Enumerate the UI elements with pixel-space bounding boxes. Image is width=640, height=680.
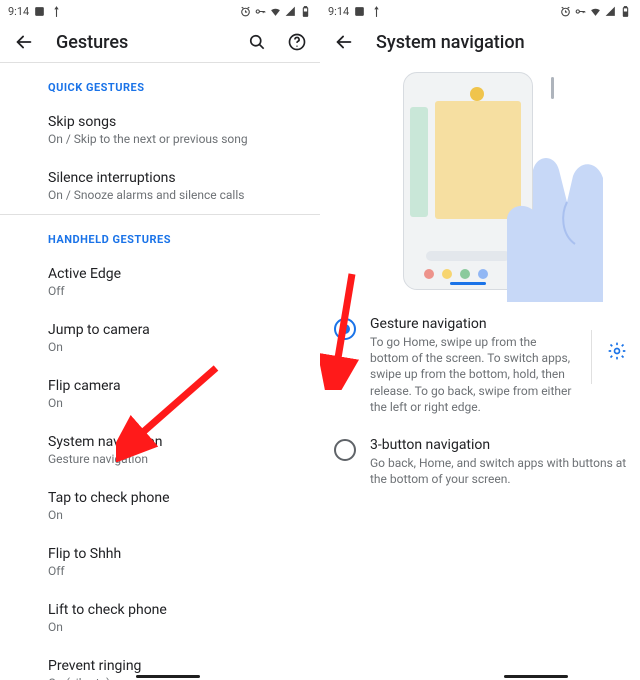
item-sub: On <box>48 340 272 354</box>
search-button[interactable] <box>246 31 268 53</box>
item-lift-to-check-phone[interactable]: Lift to check phone On <box>0 590 320 646</box>
item-title: Skip songs <box>48 114 272 130</box>
status-bar: 9:14 <box>0 0 320 22</box>
item-sub: Gesture navigation <box>48 452 272 466</box>
status-time: 9:14 <box>328 5 349 18</box>
signal-icon <box>604 5 617 18</box>
item-sub: On / Snooze alarms and silence calls <box>48 188 272 202</box>
hand-icon <box>463 132 603 302</box>
item-jump-to-camera[interactable]: Jump to camera On <box>0 310 320 366</box>
item-skip-songs[interactable]: Skip songs On / Skip to the next or prev… <box>0 102 320 158</box>
help-icon <box>287 32 307 52</box>
page-title: Gestures <box>56 32 226 53</box>
option-desc: Go back, Home, and switch apps with butt… <box>370 455 628 487</box>
option-title: Gesture navigation <box>370 316 577 332</box>
app-icon <box>50 5 63 18</box>
item-title: Tap to check phone <box>48 490 272 506</box>
section-header: QUICK GESTURES <box>0 63 320 102</box>
option-gesture-navigation[interactable]: Gesture navigation To go Home, swipe up … <box>320 306 640 427</box>
option-desc: To go Home, swipe up from the bottom of … <box>370 334 577 415</box>
wifi-icon <box>589 5 602 18</box>
option-3-button-navigation[interactable]: 3-button navigation Go back, Home, and s… <box>320 427 640 499</box>
screen-gestures: 9:14 Gestures <box>0 0 320 680</box>
item-sub: On / Skip to the next or previous song <box>48 132 272 146</box>
app-icon <box>370 5 383 18</box>
option-title: 3-button navigation <box>370 437 628 453</box>
key-icon <box>254 5 267 18</box>
status-bar: 9:14 <box>320 0 640 22</box>
item-sub: On <box>48 396 272 410</box>
gear-icon <box>607 341 627 361</box>
help-button[interactable] <box>286 31 308 53</box>
item-sub: Off <box>48 284 272 298</box>
section-handheld-gestures: HANDHELD GESTURES Active Edge Off Jump t… <box>0 215 320 680</box>
item-title: Lift to check phone <box>48 602 272 618</box>
radio-unselected[interactable] <box>334 439 356 461</box>
item-title: Silence interruptions <box>48 170 272 186</box>
signal-icon <box>284 5 297 18</box>
search-icon <box>247 32 267 52</box>
wifi-icon <box>269 5 282 18</box>
item-title: Flip to Shhh <box>48 546 272 562</box>
item-flip-to-shhh[interactable]: Flip to Shhh Off <box>0 534 320 590</box>
section-header: HANDHELD GESTURES <box>0 215 320 254</box>
app-bar: Gestures <box>0 22 320 62</box>
item-sub: On <box>48 620 272 634</box>
status-time: 9:14 <box>8 5 29 18</box>
back-button[interactable] <box>12 30 36 54</box>
item-system-navigation[interactable]: System navigation Gesture navigation <box>0 422 320 478</box>
section-quick-gestures: QUICK GESTURES Skip songs On / Skip to t… <box>0 63 320 214</box>
battery-icon <box>619 5 632 18</box>
option-settings-button[interactable] <box>606 340 628 362</box>
app-bar: System navigation <box>320 22 640 62</box>
nav-indicator <box>136 675 200 678</box>
item-title: Jump to camera <box>48 322 272 338</box>
alarm-icon <box>559 5 572 18</box>
illustration <box>320 62 640 306</box>
item-tap-to-check-phone[interactable]: Tap to check phone On <box>0 478 320 534</box>
item-title: Flip camera <box>48 378 272 394</box>
page-title: System navigation <box>376 32 628 53</box>
item-title: System navigation <box>48 434 272 450</box>
alarm-icon <box>239 5 252 18</box>
image-icon <box>353 5 366 18</box>
image-icon <box>33 5 46 18</box>
screen-system-navigation: 9:14 System navigation <box>320 0 640 680</box>
item-sub: On <box>48 508 272 522</box>
divider <box>591 330 592 384</box>
item-title: Active Edge <box>48 266 272 282</box>
nav-indicator <box>504 675 568 678</box>
item-silence-interruptions[interactable]: Silence interruptions On / Snooze alarms… <box>0 158 320 214</box>
item-flip-camera[interactable]: Flip camera On <box>0 366 320 422</box>
arrow-left-icon <box>13 31 35 53</box>
arrow-left-icon <box>333 31 355 53</box>
item-title: Prevent ringing <box>48 658 272 674</box>
item-sub: Off <box>48 564 272 578</box>
radio-selected[interactable] <box>334 318 356 340</box>
key-icon <box>574 5 587 18</box>
back-button[interactable] <box>332 30 356 54</box>
item-active-edge[interactable]: Active Edge Off <box>0 254 320 310</box>
battery-icon <box>299 5 312 18</box>
